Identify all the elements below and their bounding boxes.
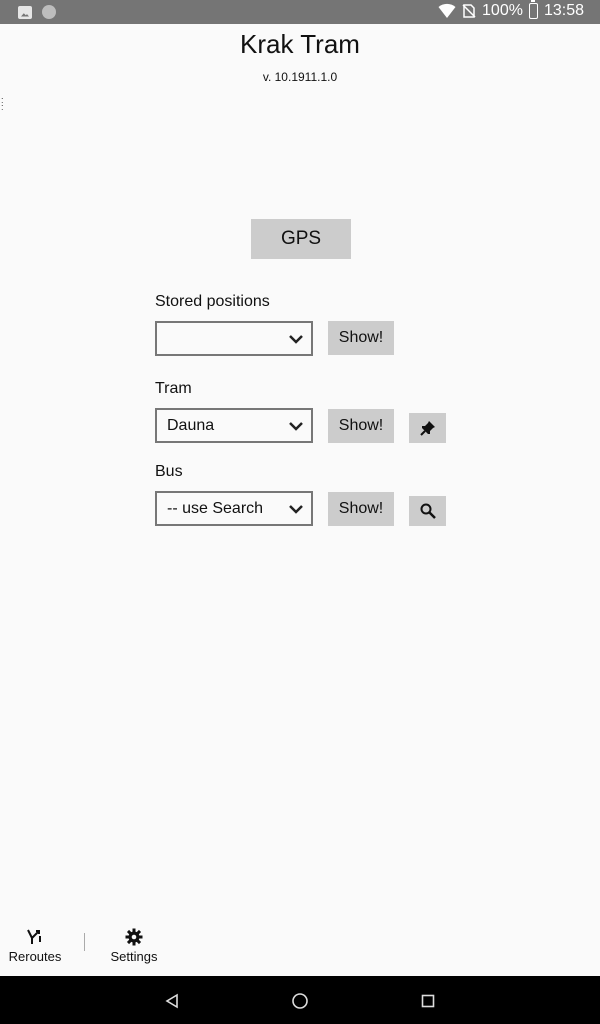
bus-label: Bus: [155, 463, 183, 480]
edge-marks: ::: [1, 95, 4, 112]
bus-search-button[interactable]: [409, 496, 446, 526]
stored-positions-select[interactable]: [155, 321, 313, 356]
home-icon: [292, 993, 308, 1009]
bus-show-button[interactable]: Show!: [328, 492, 394, 526]
tram-show-button[interactable]: Show!: [328, 409, 394, 443]
reroutes-icon: [27, 929, 41, 944]
recents-icon: [421, 994, 435, 1008]
no-sim-icon: [462, 4, 476, 18]
circle-notification-icon: [42, 5, 56, 19]
clock: 13:58: [543, 2, 584, 19]
wifi-icon: [438, 3, 456, 19]
recents-button[interactable]: [418, 991, 438, 1011]
tab-divider: [84, 933, 85, 951]
home-button[interactable]: [290, 991, 310, 1011]
battery-percent: 100%: [482, 2, 523, 19]
status-bar: 100% 13:58: [0, 0, 600, 24]
tab-reroutes[interactable]: Reroutes: [8, 928, 62, 964]
tab-settings-label: Settings: [110, 949, 158, 964]
tram-selected: Dauna: [167, 416, 215, 434]
chevron-down-icon: [289, 335, 303, 344]
bottom-tab-bar: Reroutes Settings: [0, 928, 600, 976]
chevron-down-icon: [289, 505, 303, 514]
chevron-down-icon: [289, 422, 303, 431]
back-button[interactable]: [162, 991, 182, 1011]
navigation-bar: [0, 976, 600, 1024]
app-version: v. 10.1911.1.0: [262, 70, 338, 84]
search-icon: [420, 503, 436, 519]
pin-icon: [419, 421, 435, 436]
tab-settings[interactable]: Settings: [108, 928, 160, 964]
tab-reroutes-label: Reroutes: [8, 949, 62, 964]
gear-icon: [125, 928, 143, 946]
back-icon: [165, 993, 178, 1009]
bus-selected: -- use Search: [167, 499, 264, 517]
tram-select[interactable]: Dauna: [155, 408, 313, 443]
bus-select[interactable]: -- use Search: [155, 491, 313, 526]
battery-icon: [528, 0, 538, 19]
stored-positions-label: Stored positions: [155, 293, 270, 310]
image-notification-icon: [18, 5, 32, 19]
tram-label: Tram: [155, 380, 192, 397]
stored-positions-show-button[interactable]: Show!: [328, 321, 394, 355]
app-title: Krak Tram: [240, 29, 360, 59]
gps-button[interactable]: GPS: [251, 219, 351, 259]
tram-pin-button[interactable]: [409, 413, 446, 443]
